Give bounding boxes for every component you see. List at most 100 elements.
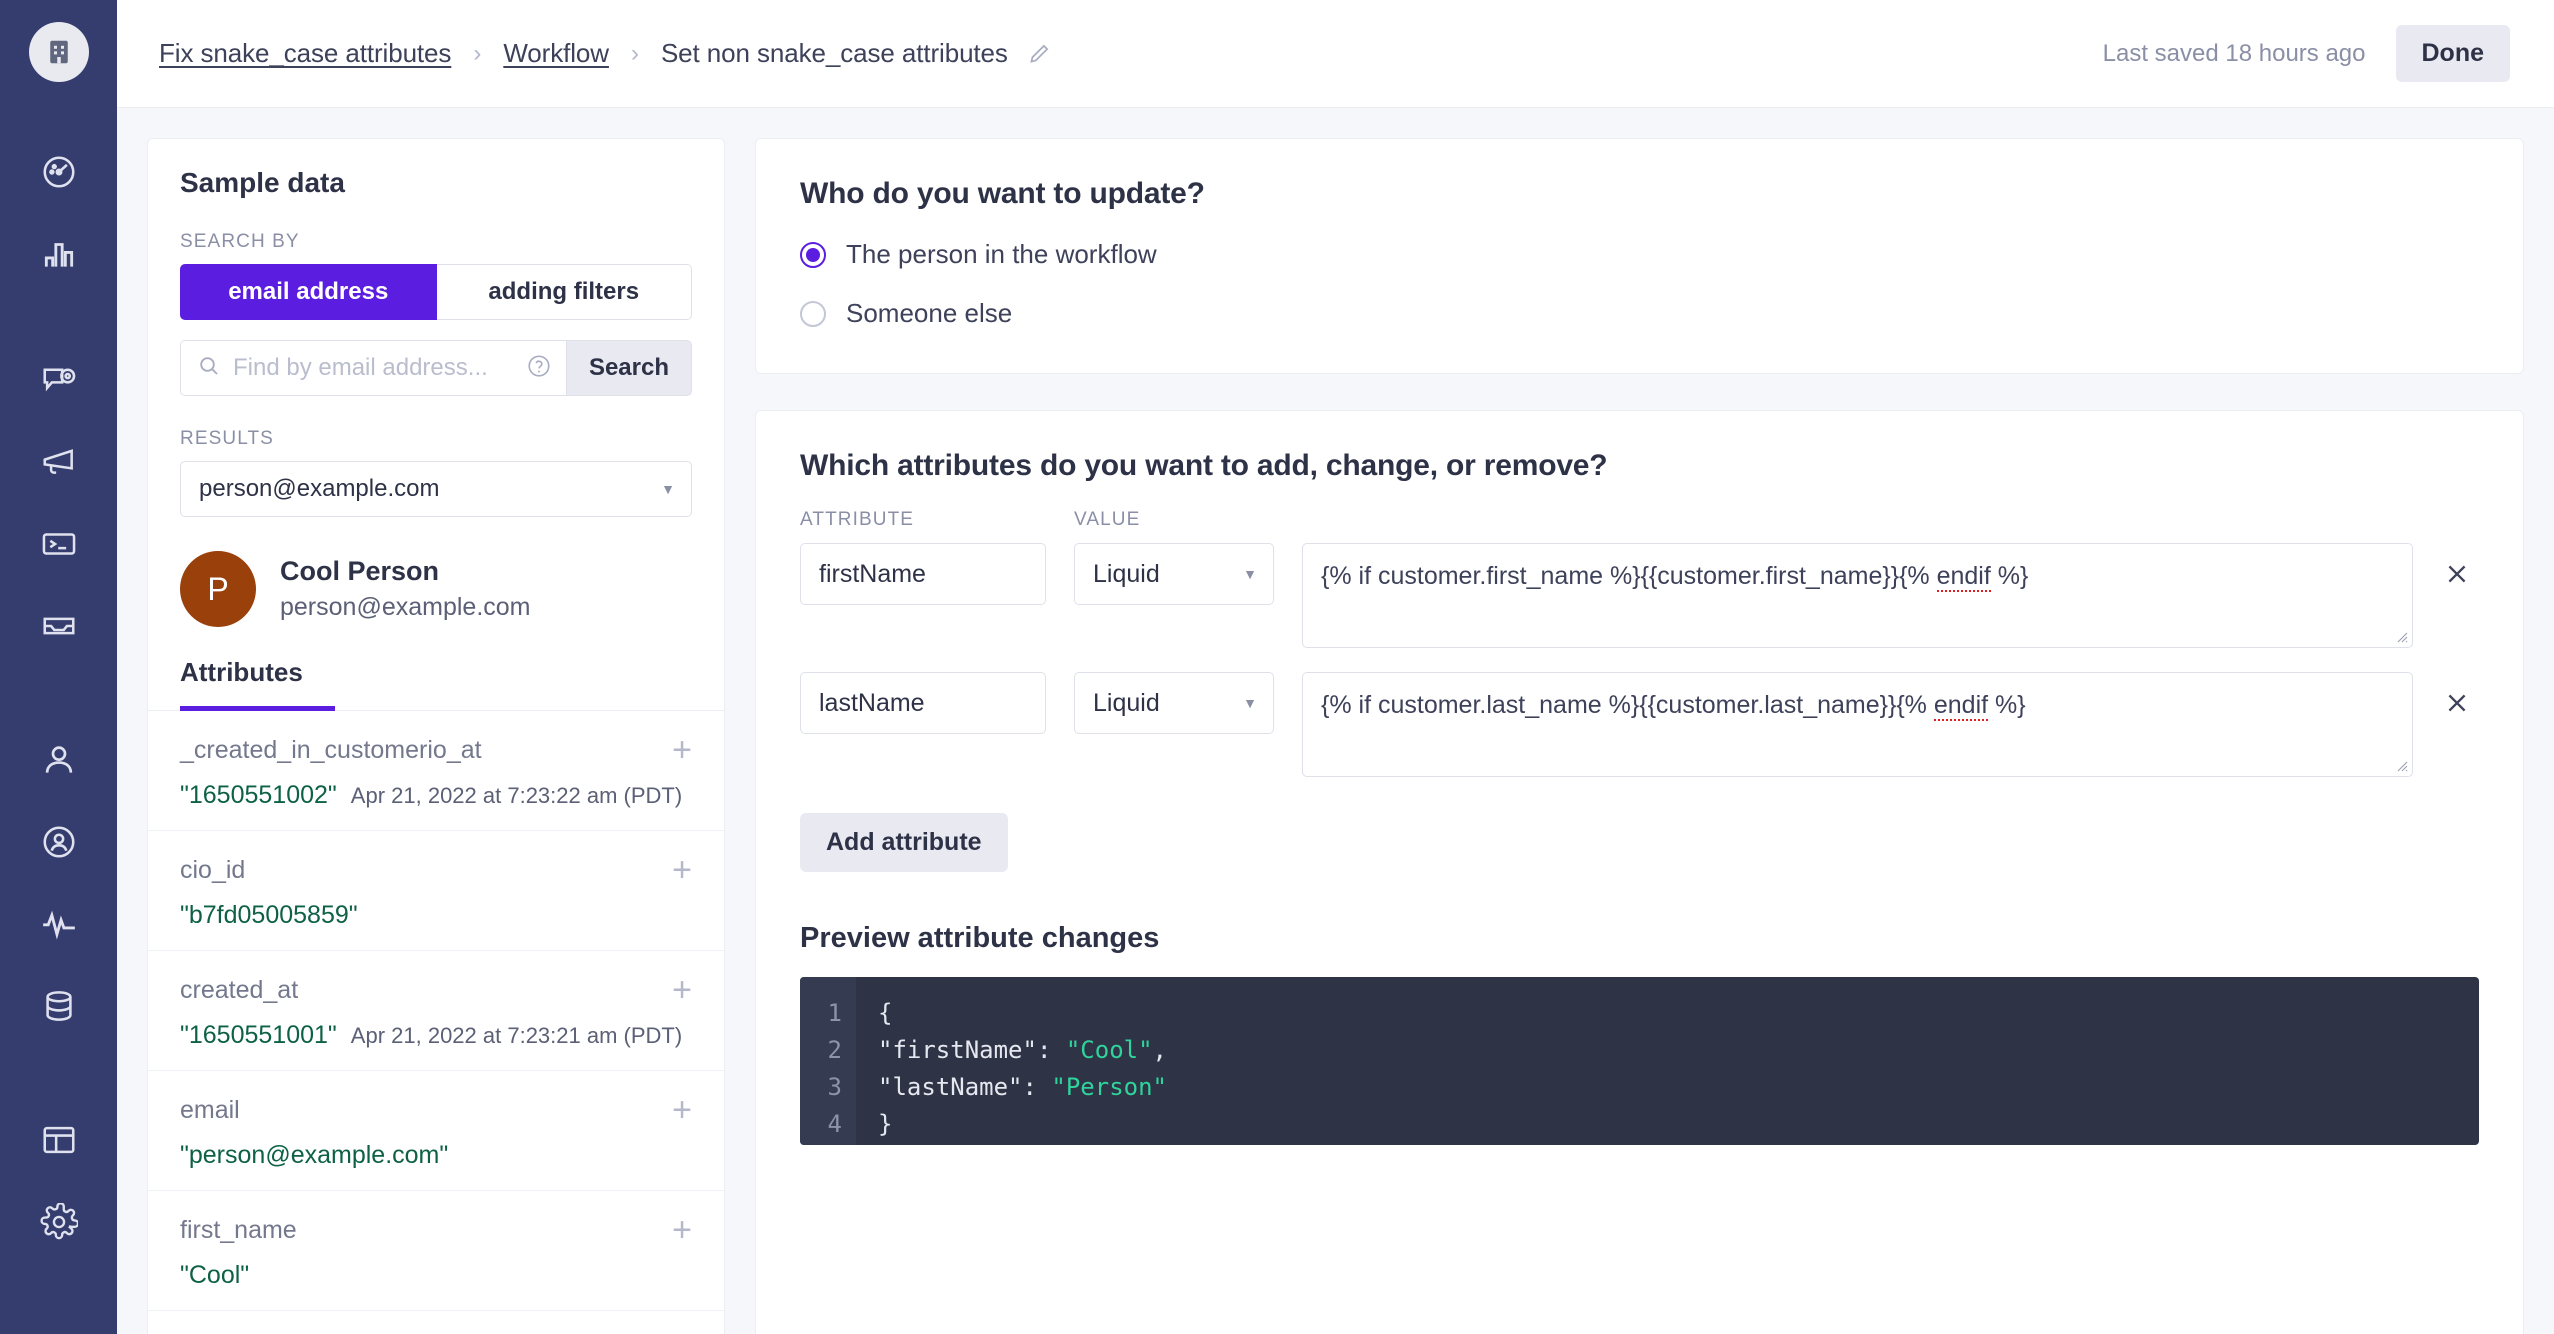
attributes-heading: Which attributes do you want to add, cha… <box>800 449 1608 482</box>
code-gutter: 1 2 3 4 <box>800 977 856 1145</box>
add-attribute-button[interactable]: Add attribute <box>800 813 1008 872</box>
radio-option-someone-else[interactable]: Someone else <box>800 298 2479 329</box>
sidebar-item-dashboard[interactable] <box>31 144 87 200</box>
sample-data-title: Sample data <box>180 167 345 198</box>
pencil-icon[interactable] <box>1026 41 1052 67</box>
line-number: 4 <box>827 1110 842 1138</box>
sidebar-item-metrics[interactable] <box>31 226 87 282</box>
sidebar-item-broadcasts[interactable] <box>31 434 87 490</box>
attribute-key: _created_in_customerio_at <box>180 735 482 764</box>
radio-icon[interactable] <box>800 241 826 268</box>
plus-icon[interactable]: + <box>672 1213 692 1247</box>
attribute-timestamp: Apr 21, 2022 at 7:23:22 am (PDT) <box>350 783 683 808</box>
attribute-value: "person@example.com" <box>180 1141 449 1169</box>
list-item[interactable]: created_at + "1650551001" Apr 21, 2022 a… <box>148 951 724 1071</box>
search-by-filters-button[interactable]: adding filters <box>436 264 692 320</box>
search-button[interactable]: Search <box>565 340 692 396</box>
liquid-before: {% if customer.first_name %}{{customer.f… <box>1321 562 1937 590</box>
list-item[interactable]: email + "person@example.com" <box>148 1071 724 1191</box>
list-item[interactable]: cio_id + "b7fd05005859" <box>148 831 724 951</box>
liquid-value-wrapper-1: {% if customer.last_name %}{{customer.la… <box>1302 672 2413 777</box>
results-label: RESULTS <box>180 428 274 449</box>
list-item[interactable]: first_name + "Cool" <box>148 1191 724 1311</box>
plus-icon[interactable]: + <box>672 973 692 1007</box>
main-column: Who do you want to update? The person in… <box>755 138 2524 1334</box>
search-box[interactable] <box>180 340 566 396</box>
right-region: Fix snake_case attributes › Workflow › S… <box>117 0 2554 1334</box>
sample-data-panel: Sample data SEARCH BY email address addi… <box>147 138 725 1334</box>
tab-active-underline <box>180 706 335 711</box>
radio-option-workflow-person[interactable]: The person in the workflow <box>800 239 2479 270</box>
column-header-value: VALUE <box>1074 509 1141 530</box>
left-nav <box>0 0 117 1334</box>
gear-icon <box>39 1203 78 1240</box>
attribute-list: _created_in_customerio_at + "1650551002"… <box>148 711 724 1334</box>
liquid-before: {% if customer.last_name %}{{customer.la… <box>1321 691 1934 719</box>
attribute-key: created_at <box>180 975 299 1004</box>
value-type-select-0[interactable]: Liquid ▼ <box>1074 543 1274 605</box>
liquid-value-textarea-1[interactable]: {% if customer.last_name %}{{customer.la… <box>1302 672 2413 777</box>
sidebar-item-transactional[interactable] <box>31 516 87 572</box>
attribute-row: Liquid ▼ {% if customer.first_name %}{{c… <box>800 543 2479 648</box>
breadcrumb-item-0[interactable]: Fix snake_case attributes <box>159 38 451 69</box>
attribute-key: cio_id <box>180 855 246 884</box>
liquid-after: %} <box>1990 562 2029 590</box>
code-content: { "firstName": "Cool", "lastName": "Pers… <box>856 977 1167 1145</box>
remove-attribute-button-0[interactable] <box>2435 543 2479 605</box>
sidebar-item-campaigns[interactable] <box>31 352 87 408</box>
search-row: Search <box>180 340 692 396</box>
attribute-value: "Cool" <box>180 1261 250 1289</box>
sidebar-item-data[interactable] <box>31 978 87 1034</box>
list-item[interactable]: _created_in_customerio_at + "1650551002"… <box>148 711 724 831</box>
line-number: 1 <box>827 999 842 1027</box>
question-circle-icon[interactable] <box>526 353 552 384</box>
plus-icon[interactable]: + <box>672 1093 692 1127</box>
done-button[interactable]: Done <box>2395 25 2510 82</box>
sidebar-item-segments[interactable] <box>31 814 87 870</box>
person-name: Cool Person <box>280 556 440 586</box>
who-heading: Who do you want to update? <box>800 177 1205 210</box>
value-type-select-1[interactable]: Liquid ▼ <box>1074 672 1274 734</box>
person-circle-icon <box>42 826 75 858</box>
attribute-timestamp: Apr 21, 2022 at 7:23:21 am (PDT) <box>350 1023 683 1048</box>
results-select[interactable]: person@example.com ▼ <box>180 461 692 517</box>
sidebar-item-people[interactable] <box>31 732 87 788</box>
attribute-value: "1650551002" <box>180 781 337 809</box>
attribute-value: "b7fd05005859" <box>180 901 358 929</box>
org-logo[interactable] <box>28 22 89 82</box>
search-input[interactable] <box>233 354 514 382</box>
plus-icon[interactable]: + <box>672 853 692 887</box>
person-email: person@example.com <box>280 593 531 621</box>
gauge-icon <box>42 156 75 188</box>
sidebar-item-newsletters[interactable] <box>31 598 87 654</box>
value-type-label: Liquid <box>1093 559 1160 588</box>
plus-icon[interactable]: + <box>672 733 692 767</box>
breadcrumb-item-1[interactable]: Workflow <box>503 38 609 69</box>
liquid-value-wrapper-0: {% if customer.first_name %}{{customer.f… <box>1302 543 2413 648</box>
radio-label: Someone else <box>846 298 1013 328</box>
megaphone-icon <box>42 449 73 474</box>
search-by-label: SEARCH BY <box>180 231 300 252</box>
attribute-name-input-1[interactable] <box>800 672 1046 734</box>
terminal-icon <box>42 533 75 555</box>
column-header-attribute: ATTRIBUTE <box>800 509 915 530</box>
radio-icon[interactable] <box>800 300 826 327</box>
remove-attribute-button-1[interactable] <box>2435 672 2479 734</box>
message-target-icon <box>42 368 75 392</box>
code-line-4: } <box>878 1110 893 1138</box>
tab-attributes[interactable]: Attributes <box>180 657 303 706</box>
breadcrumb-separator: › <box>630 39 639 67</box>
liquid-value-textarea-0[interactable]: {% if customer.first_name %}{{customer.f… <box>1302 543 2413 648</box>
close-icon <box>2448 565 2466 583</box>
sidebar-item-content[interactable] <box>31 1112 87 1168</box>
sidebar-item-activity[interactable] <box>31 896 87 952</box>
app-root: Fix snake_case attributes › Workflow › S… <box>0 0 2554 1334</box>
page-body: Sample data SEARCH BY email address addi… <box>117 108 2554 1334</box>
building-icon <box>49 40 68 64</box>
code-line-1: { <box>878 999 893 1027</box>
attribute-name-input-0[interactable] <box>800 543 1046 605</box>
person-tabs: Attributes <box>148 657 724 711</box>
sidebar-item-settings[interactable] <box>31 1194 87 1250</box>
line-number: 2 <box>827 1036 842 1064</box>
search-by-email-button[interactable]: email address <box>180 264 437 320</box>
